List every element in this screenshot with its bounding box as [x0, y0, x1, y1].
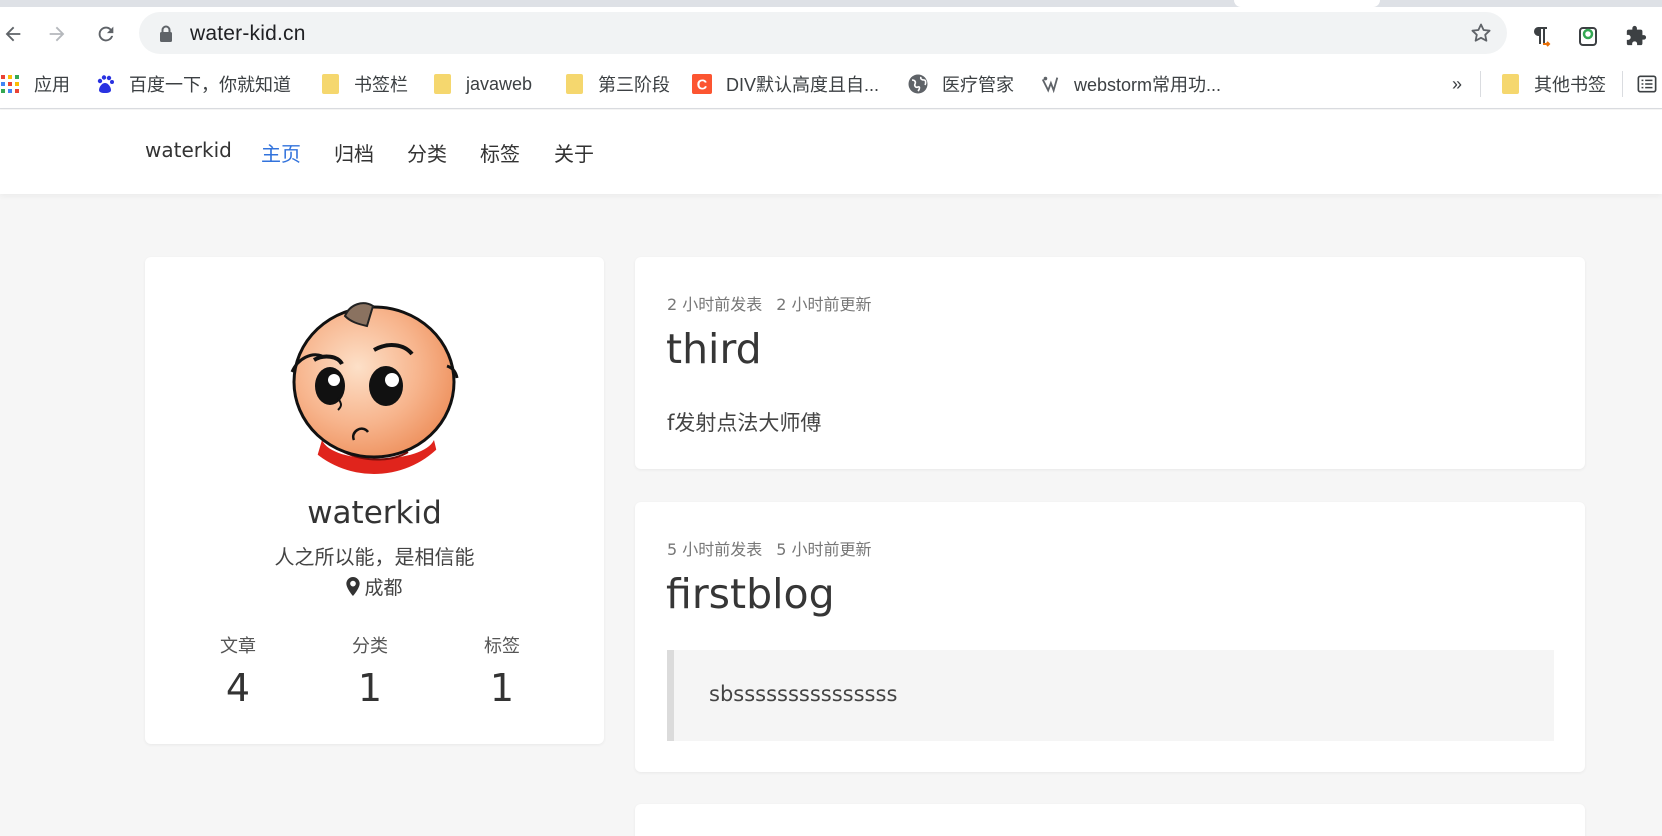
nav-archives[interactable]: 归档 [334, 138, 374, 167]
nav-home[interactable]: 主页 [261, 138, 301, 167]
overflow-chevron-icon: » [1452, 73, 1463, 94]
bookmark-folder-stage3[interactable]: 第三阶段 [564, 70, 670, 98]
stat-value: 1 [489, 666, 515, 710]
bookmark-star-icon[interactable] [1469, 21, 1493, 45]
bookmarks-divider [1622, 71, 1623, 97]
tab-strip [0, 0, 1662, 7]
bookmarks-divider [1480, 71, 1481, 97]
bookmark-label: 其他书签 [1534, 75, 1606, 95]
bookmark-label: webstorm常用功... [1074, 75, 1222, 95]
stat-value: 1 [357, 666, 383, 710]
post-published: 5 小时前发表 [667, 540, 763, 559]
bookmark-label: 应用 [34, 75, 70, 95]
site-header: waterkid 主页 归档 分类 标签 关于 [0, 110, 1662, 194]
reading-list-icon [1637, 74, 1657, 94]
bookmark-folder-javaweb[interactable]: javaweb [432, 70, 532, 98]
bookmark-label: javaweb [466, 73, 533, 94]
profile-card: waterkid 人之所以能，是相信能 成都 文章 4 分类 1 标签 1 [145, 257, 604, 744]
post-card: 2 小时前发表 2 小时前更新 third f发射点法大师傅 [635, 257, 1585, 469]
profile-location: 成都 [145, 573, 604, 600]
post-card [635, 804, 1585, 836]
bookmarks-bar: 应用 百度一下，你就知道 书签栏 javaweb 第三阶段 C DIV默认高度且… [0, 59, 1662, 109]
nav-tags[interactable]: 标签 [480, 138, 520, 167]
arrow-right-icon [49, 26, 65, 42]
extensions-puzzle-icon[interactable] [1624, 24, 1648, 48]
svg-text:C: C [697, 77, 708, 93]
reload-button[interactable] [93, 21, 119, 47]
bookmark-baidu[interactable]: 百度一下，你就知道 [95, 70, 291, 98]
bookmark-medical[interactable]: 医疗管家 [908, 70, 1014, 98]
stat-posts[interactable]: 文章 4 [178, 632, 298, 710]
bookmark-other-folder[interactable]: 其他书签 [1500, 70, 1606, 98]
avatar [282, 290, 466, 474]
post-updated: 2 小时前更新 [776, 295, 872, 314]
active-tab[interactable] [1234, 0, 1380, 7]
post-updated: 5 小时前更新 [776, 540, 872, 559]
cartoon-kid-avatar-icon [282, 290, 466, 474]
bookmark-label: DIV默认高度且自... [726, 75, 880, 95]
pilcrow-extension-icon[interactable] [1528, 24, 1552, 48]
post-blockquote: sbsssssssssssssss [667, 650, 1554, 741]
stat-tags[interactable]: 标签 1 [442, 632, 562, 710]
stat-label: 分类 [352, 636, 388, 657]
reload-icon [98, 26, 114, 42]
post-title[interactable]: third [666, 325, 762, 373]
forward-button[interactable] [44, 21, 70, 47]
folder-icon [1500, 74, 1520, 94]
globe-icon [908, 74, 928, 94]
stat-label: 文章 [220, 636, 256, 657]
baidu-paw-icon [95, 74, 115, 94]
folder-icon [432, 74, 452, 94]
blockquote-text: sbsssssssssssssss [709, 682, 898, 706]
post-excerpt: f发射点法大师傅 [667, 411, 822, 435]
nav-about[interactable]: 关于 [554, 138, 594, 167]
post-meta: 5 小时前发表 5 小时前更新 [667, 536, 872, 560]
site-brand-link[interactable]: waterkid [145, 138, 232, 162]
bookmark-label: 医疗管家 [942, 75, 1014, 95]
bookmark-label: 百度一下，你就知道 [129, 75, 291, 95]
location-text: 成都 [364, 577, 403, 599]
bookmark-webstorm[interactable]: webstorm常用功... [1040, 70, 1221, 98]
address-bar[interactable]: water-kid.cn [139, 12, 1507, 54]
bookmark-csdn[interactable]: C DIV默认高度且自... [692, 70, 879, 98]
bookmarks-overflow-button[interactable]: » [1452, 70, 1462, 98]
csdn-icon: C [692, 74, 712, 94]
bookmark-apps[interactable]: 应用 [0, 70, 70, 98]
reading-list-button[interactable] [1637, 70, 1662, 98]
nav-categories[interactable]: 分类 [407, 138, 447, 167]
green-extension-icon[interactable] [1576, 24, 1600, 48]
map-marker-icon [346, 577, 361, 596]
bookmark-folder-bookmarks[interactable]: 书签栏 [320, 70, 408, 98]
post-card: 5 小时前发表 5 小时前更新 firstblog sbsssssssssssss… [635, 502, 1585, 772]
profile-name: waterkid [307, 495, 442, 531]
stat-value: 4 [225, 666, 251, 710]
webstorm-icon [1040, 74, 1060, 94]
arrow-left-icon [5, 26, 21, 42]
lock-icon [160, 25, 172, 42]
back-button[interactable] [0, 21, 26, 47]
folder-icon [564, 74, 584, 94]
bookmark-label: 书签栏 [354, 75, 408, 95]
post-meta: 2 小时前发表 2 小时前更新 [667, 291, 872, 315]
stat-categories[interactable]: 分类 1 [310, 632, 430, 710]
bookmark-label: 第三阶段 [598, 75, 670, 95]
post-title[interactable]: firstblog [666, 570, 835, 618]
apps-grid-icon [0, 74, 20, 94]
stat-label: 标签 [484, 636, 520, 657]
profile-motto: 人之所以能，是相信能 [274, 545, 475, 569]
folder-icon [320, 74, 340, 94]
post-published: 2 小时前发表 [667, 295, 763, 314]
browser-toolbar: water-kid.cn [0, 7, 1662, 59]
url-text: water-kid.cn [190, 22, 306, 45]
